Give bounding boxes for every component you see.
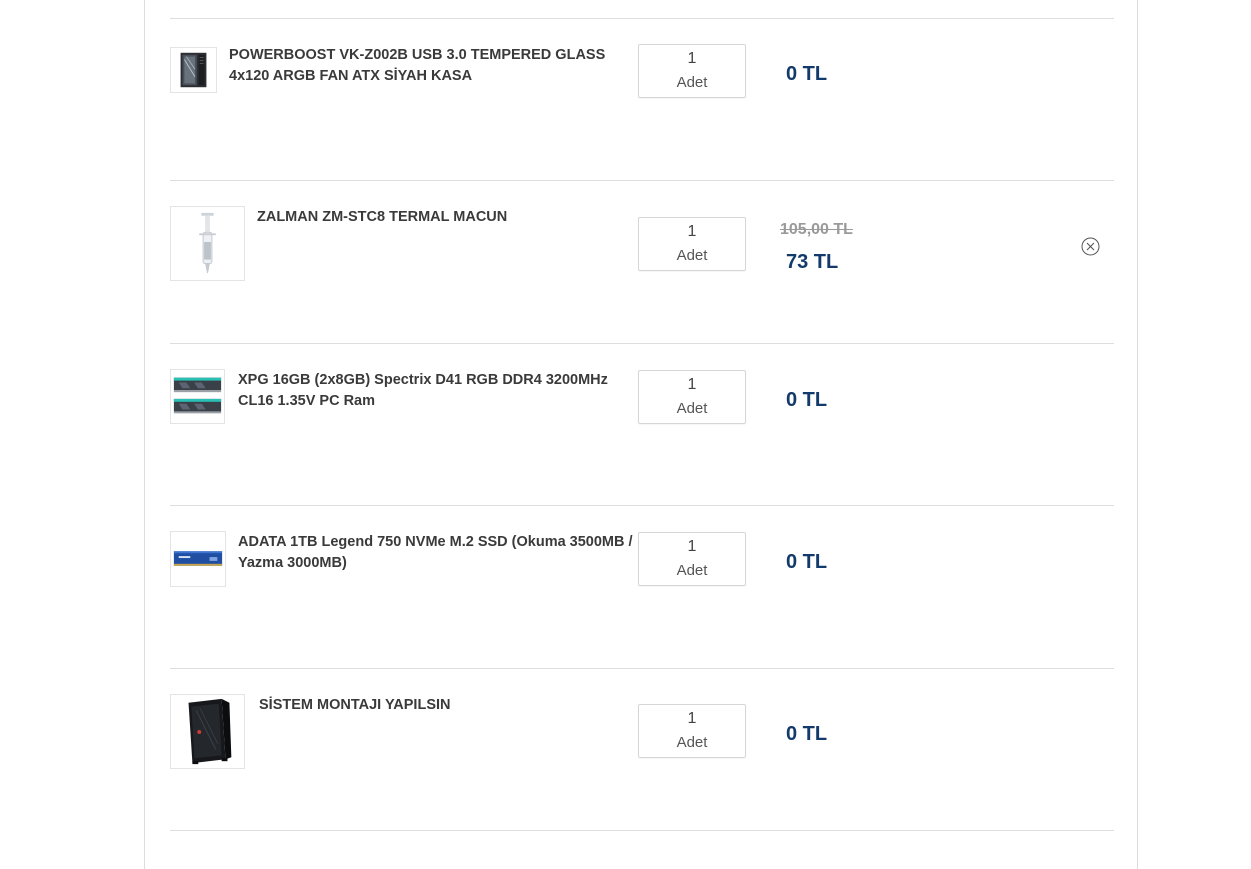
divider	[170, 18, 1114, 19]
cart-item: POWERBOOST VK-Z002B USB 3.0 TEMPERED GLA…	[170, 44, 1114, 164]
quantity-value: 1	[687, 710, 697, 727]
quantity-unit: Adet	[676, 247, 708, 264]
quantity-unit: Adet	[676, 734, 708, 751]
quantity-value: 1	[687, 538, 697, 555]
quantity-box[interactable]: 1 Adet	[638, 370, 746, 424]
divider	[170, 830, 1114, 831]
product-image[interactable]	[170, 369, 225, 424]
quantity-box[interactable]: 1 Adet	[638, 704, 746, 758]
quantity-value: 1	[687, 50, 697, 67]
product-price: 0 TL	[786, 551, 828, 573]
product-name[interactable]: ZALMAN ZM-STC8 TERMAL MACUN	[257, 207, 652, 228]
divider	[170, 180, 1114, 181]
product-image[interactable]	[170, 206, 245, 281]
quantity-box[interactable]: 1 Adet	[638, 217, 746, 271]
old-price: 105,00 TL	[780, 221, 853, 238]
quantity-unit: Adet	[676, 400, 708, 417]
pc-case-icon	[188, 698, 232, 765]
quantity-box[interactable]: 1 Adet	[638, 44, 746, 98]
pc-case-icon	[180, 52, 207, 88]
quantity-unit: Adet	[676, 562, 708, 579]
quantity-box[interactable]: 1 Adet	[638, 532, 746, 586]
remove-item-button[interactable]	[1081, 237, 1100, 256]
divider	[170, 343, 1114, 344]
product-price: 73 TL	[786, 251, 839, 273]
thermal-paste-syringe-icon	[199, 212, 216, 274]
ram-modules-icon	[173, 377, 222, 414]
quantity-value: 1	[687, 376, 697, 393]
product-name[interactable]: SİSTEM MONTAJI YAPILSIN	[259, 695, 654, 716]
cart-item: ZALMAN ZM-STC8 TERMAL MACUN 1 Adet 105,0…	[170, 206, 1114, 326]
product-name[interactable]: XPG 16GB (2x8GB) Spectrix D41 RGB DDR4 3…	[238, 370, 633, 412]
product-image[interactable]	[170, 47, 217, 93]
close-circle-icon	[1081, 237, 1100, 256]
ssd-icon	[173, 551, 223, 566]
product-price: 0 TL	[786, 63, 828, 85]
product-price: 0 TL	[786, 389, 828, 411]
product-image[interactable]	[170, 531, 226, 587]
cart-item: SİSTEM MONTAJI YAPILSIN 1 Adet 0 TL	[170, 694, 1114, 814]
divider	[170, 505, 1114, 506]
product-name[interactable]: POWERBOOST VK-Z002B USB 3.0 TEMPERED GLA…	[229, 45, 624, 87]
product-price: 0 TL	[786, 723, 828, 745]
quantity-value: 1	[687, 223, 697, 240]
divider	[170, 668, 1114, 669]
product-image[interactable]	[170, 694, 245, 769]
cart-item: XPG 16GB (2x8GB) Spectrix D41 RGB DDR4 3…	[170, 369, 1114, 489]
cart-item: ADATA 1TB Legend 750 NVMe M.2 SSD (Okuma…	[170, 531, 1114, 651]
product-name[interactable]: ADATA 1TB Legend 750 NVMe M.2 SSD (Okuma…	[238, 532, 633, 574]
quantity-unit: Adet	[676, 74, 708, 91]
